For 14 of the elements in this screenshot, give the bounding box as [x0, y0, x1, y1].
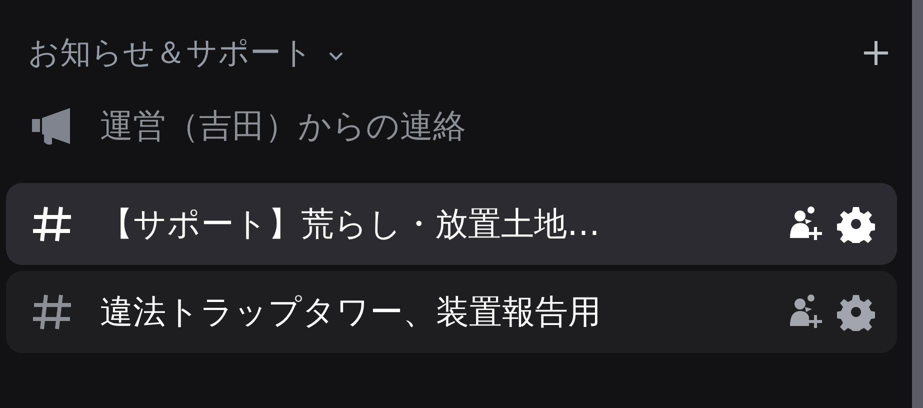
chevron-icon[interactable] [327, 50, 345, 62]
scrollbar[interactable] [912, 0, 923, 408]
channel-name: 【サポート】荒らし・放置土地… [100, 202, 601, 244]
plus-icon[interactable] [863, 40, 889, 66]
settings-icon[interactable] [837, 205, 875, 243]
channel-item[interactable]: 【サポート】荒らし・放置土地… [6, 183, 897, 265]
channel-name: 違法トラップタワー、装置報告用 [100, 290, 602, 332]
channel-item[interactable]: 違法トラップタワー、装置報告用 [6, 271, 897, 353]
channel-name: 運営（吉田）からの連絡 [100, 104, 467, 146]
channel-item[interactable]: 運営（吉田）からの連絡 [6, 85, 897, 167]
hash-icon [30, 204, 74, 244]
settings-icon[interactable] [837, 293, 875, 331]
category-label[interactable]: お知らせ＆サポート [28, 32, 313, 74]
hash-icon [30, 292, 74, 332]
